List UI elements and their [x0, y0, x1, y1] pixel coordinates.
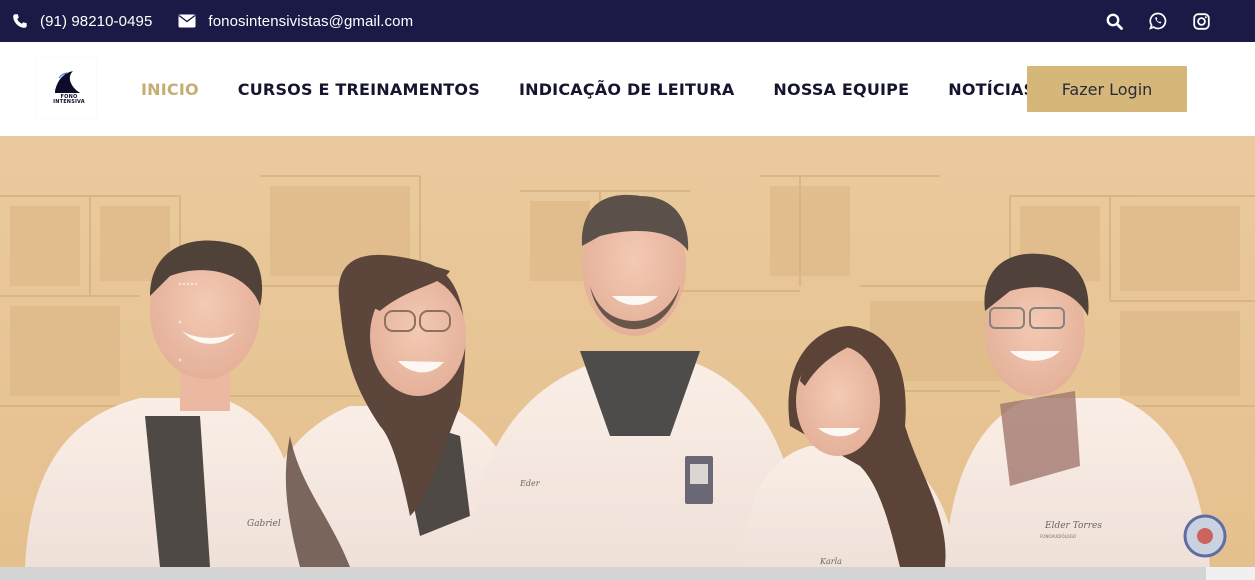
- phone-contact[interactable]: (91) 98210-0495: [12, 13, 152, 30]
- search-icon[interactable]: [1106, 13, 1123, 30]
- email-contact[interactable]: fonosintensivistas@gmail.com: [178, 13, 413, 30]
- nav-item-nossa-equipe[interactable]: NOSSA EQUIPE: [773, 80, 909, 99]
- top-contact-bar: (91) 98210-0495 fonosintensivistas@gmail…: [0, 0, 1255, 42]
- logo-text-line2: INTENSIVA: [53, 99, 85, 105]
- whatsapp-icon[interactable]: [1149, 12, 1167, 30]
- primary-nav: INICIO CURSOS E TREINAMENTOS INDICAÇÃO D…: [141, 42, 1035, 136]
- social-icons: [1106, 12, 1210, 30]
- hero-banner: Gabriel Eder Karla Elder Torres FONOAUDI…: [0, 136, 1255, 567]
- bottom-strip-end: [1206, 567, 1255, 580]
- fin-logo-icon: [55, 71, 80, 93]
- contact-info: (91) 98210-0495 fonosintensivistas@gmail…: [12, 13, 413, 30]
- phone-icon: [12, 13, 28, 29]
- bottom-strip: [0, 567, 1255, 580]
- email-address: fonosintensivistas@gmail.com: [208, 12, 414, 30]
- team-photo: Gabriel Eder Karla Elder Torres FONOAUDI…: [0, 136, 1255, 567]
- envelope-icon: [178, 14, 196, 28]
- nav-item-noticias[interactable]: NOTÍCIAS: [948, 80, 1035, 99]
- login-button[interactable]: Fazer Login: [1027, 66, 1187, 112]
- phone-number: (91) 98210-0495: [40, 12, 153, 30]
- nav-item-indicacao-leitura[interactable]: INDICAÇÃO DE LEITURA: [519, 80, 734, 99]
- nav-item-inicio[interactable]: INICIO: [141, 80, 199, 99]
- nav-item-cursos[interactable]: CURSOS E TREINAMENTOS: [238, 80, 480, 99]
- main-navbar: FONO INTENSIVA INICIO CURSOS E TREINAMEN…: [0, 42, 1255, 136]
- instagram-icon[interactable]: [1193, 12, 1210, 30]
- site-logo[interactable]: FONO INTENSIVA: [36, 58, 96, 118]
